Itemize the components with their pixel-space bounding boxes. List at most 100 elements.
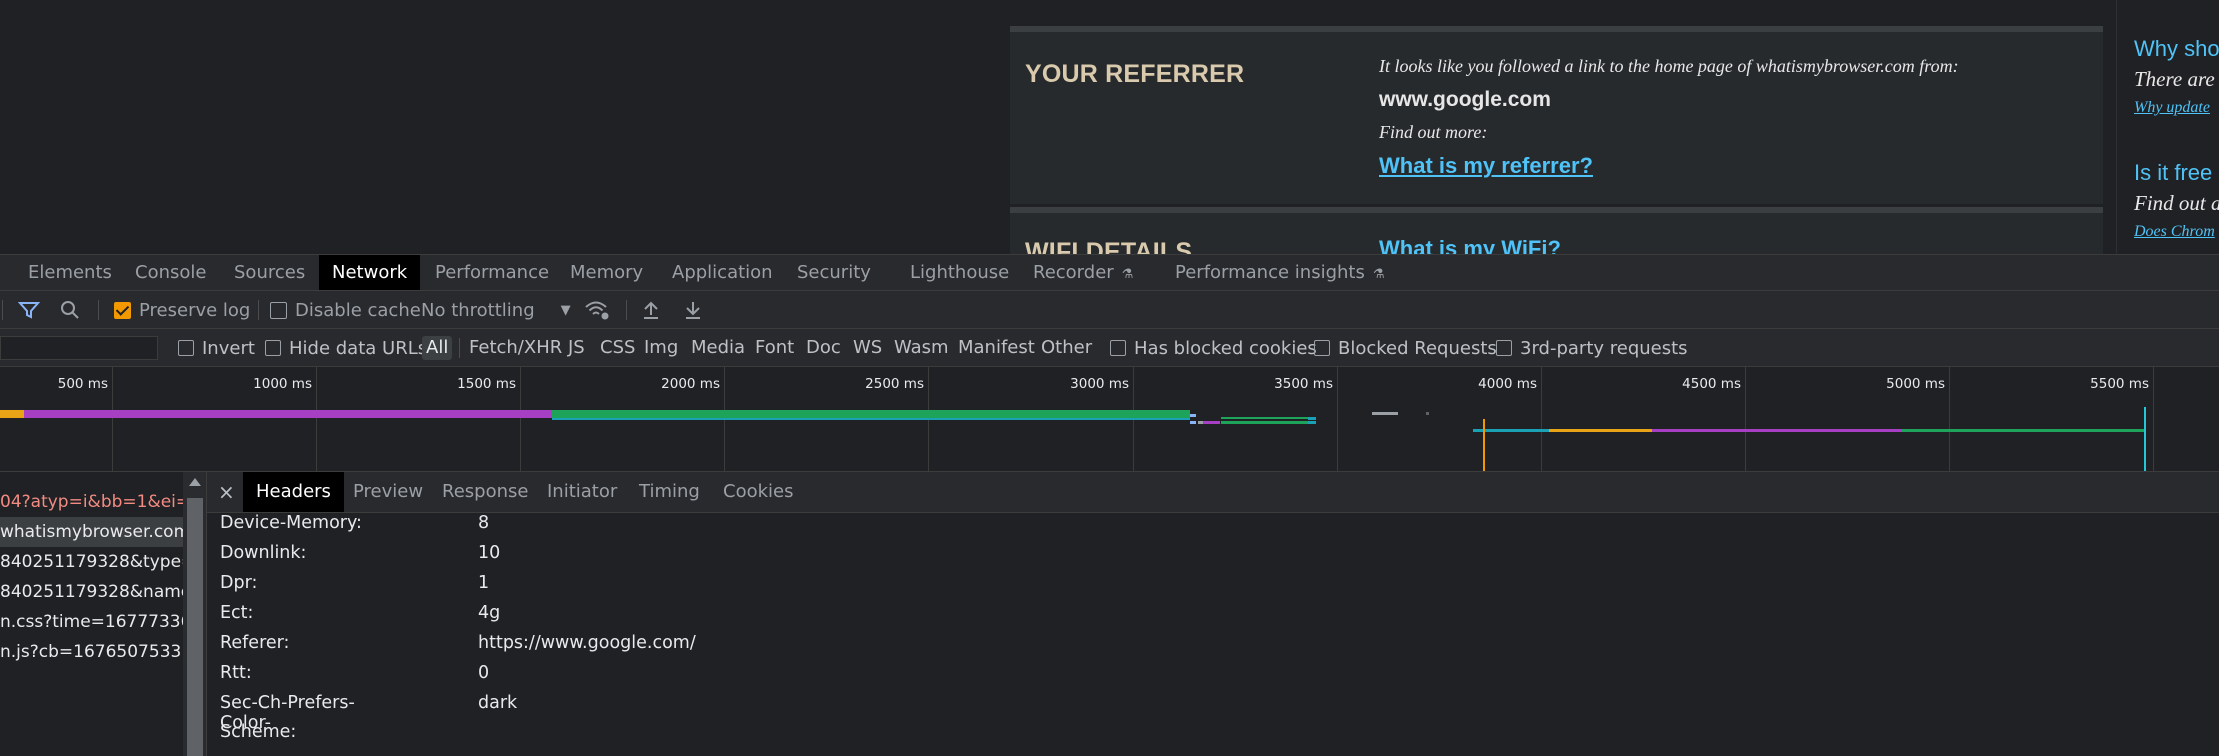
timeline-gridline xyxy=(1337,367,1338,471)
tab-preview[interactable]: Preview xyxy=(340,472,436,512)
tab-lighthouse[interactable]: Lighthouse xyxy=(897,255,1022,290)
tab-console[interactable]: Console xyxy=(122,255,219,290)
tab-response[interactable]: Response xyxy=(429,472,541,512)
checkbox-unchecked[interactable] xyxy=(1110,340,1126,356)
hide-data-urls-checkbox[interactable]: Hide data URLs xyxy=(265,329,427,367)
tab-network[interactable]: Network xyxy=(319,255,421,290)
has-blocked-cookies-checkbox[interactable]: Has blocked cookies xyxy=(1110,329,1317,367)
request-list: 04?atyp=i&bb=1&ei=Y whatismybrowser.com … xyxy=(0,472,207,756)
tab-elements[interactable]: Elements xyxy=(15,255,125,290)
checkbox-unchecked[interactable] xyxy=(178,340,194,356)
type-filter-font[interactable]: Font xyxy=(751,336,798,360)
sidebar-link-chrome[interactable]: Does Chrom xyxy=(2134,223,2215,241)
type-filter-js[interactable]: JS xyxy=(564,336,589,360)
referrer-title: YOUR REFERRER xyxy=(1025,60,1245,88)
header-row: Device-Memory: 8 xyxy=(207,513,2219,543)
waterfall-bar-download-edge xyxy=(552,418,1190,420)
network-conditions-wifi-icon[interactable] xyxy=(584,291,610,329)
blocked-requests-label: Blocked Requests xyxy=(1338,337,1497,359)
waterfall-bar-small xyxy=(1221,421,1316,424)
request-row[interactable]: 04?atyp=i&bb=1&ei=Y xyxy=(0,487,183,517)
tab-memory[interactable]: Memory xyxy=(557,255,656,290)
header-row: Rtt: 0 xyxy=(207,663,2219,693)
search-icon[interactable] xyxy=(59,291,81,329)
checkbox-checked[interactable] xyxy=(114,301,131,319)
timeline-tick-label: 2000 ms xyxy=(661,376,720,392)
tab-security[interactable]: Security xyxy=(784,255,884,290)
disable-cache-label: Disable cache xyxy=(295,299,421,321)
tab-application[interactable]: Application xyxy=(659,255,786,290)
chevron-down-icon: ▼ xyxy=(560,302,571,318)
type-filter-wasm[interactable]: Wasm xyxy=(890,336,953,360)
sidebar-heading-why[interactable]: Why sho xyxy=(2134,36,2219,62)
type-filter-css[interactable]: CSS xyxy=(596,336,639,360)
invert-checkbox[interactable]: Invert xyxy=(178,329,255,367)
preserve-log-label: Preserve log xyxy=(139,299,251,321)
request-row-selected[interactable]: whatismybrowser.com xyxy=(0,517,183,547)
type-filter-all[interactable]: All xyxy=(422,336,453,360)
disable-cache-checkbox[interactable]: Disable cache xyxy=(270,291,421,329)
type-filter-manifest[interactable]: Manifest xyxy=(954,336,1039,360)
type-filter-ws[interactable]: WS xyxy=(849,336,886,360)
type-filter-other[interactable]: Other xyxy=(1037,336,1096,360)
header-value: 0 xyxy=(478,663,490,683)
import-har-upload-icon[interactable] xyxy=(642,291,660,329)
type-filter-img[interactable]: Img xyxy=(640,336,682,360)
toolbar-divider xyxy=(2,300,3,320)
dom-content-loaded-marker xyxy=(1483,419,1485,471)
type-filter-fetch-xhr[interactable]: Fetch/XHR xyxy=(465,336,566,360)
timeline-gridline xyxy=(1949,367,1950,471)
tab-performance-insights[interactable]: Performance insights ⚗ xyxy=(1162,255,1398,290)
tab-recorder[interactable]: Recorder ⚗ xyxy=(1020,255,1146,290)
request-row[interactable]: 840251179328&type=c xyxy=(0,547,183,577)
scroll-up-arrow-icon[interactable] xyxy=(189,478,201,486)
header-name: Ect: xyxy=(220,603,254,623)
hide-data-urls-label: Hide data URLs xyxy=(289,337,428,359)
tab-sources[interactable]: Sources xyxy=(221,255,318,290)
toolbar-divider xyxy=(98,300,99,320)
tab-initiator[interactable]: Initiator xyxy=(534,472,630,512)
sidebar-heading-free[interactable]: Is it free xyxy=(2134,160,2212,186)
request-row[interactable]: n.css?time=16777336 xyxy=(0,607,183,637)
checkbox-unchecked[interactable] xyxy=(270,301,287,319)
what-is-my-wifi-link[interactable]: What is my WiFi? xyxy=(1379,236,1561,254)
sidebar-link-why-update[interactable]: Why update xyxy=(2134,99,2210,117)
header-value: dark xyxy=(478,693,518,713)
checkbox-unchecked[interactable] xyxy=(1496,340,1512,356)
checkbox-unchecked[interactable] xyxy=(1314,340,1330,356)
export-har-download-icon[interactable] xyxy=(684,291,702,329)
filter-input[interactable] xyxy=(0,336,158,360)
third-party-requests-checkbox[interactable]: 3rd-party requests xyxy=(1496,329,1688,367)
request-row[interactable]: 840251179328&name= xyxy=(0,577,183,607)
wifi-card: WIFI DETAILS What is my WiFi? xyxy=(1010,213,2103,254)
what-is-my-referrer-link[interactable]: What is my referrer? xyxy=(1379,153,1593,179)
request-row[interactable]: n.js?cb=1676507533 xyxy=(0,637,183,667)
timeline-gridline xyxy=(1745,367,1746,471)
waterfall-bar-queueing xyxy=(0,410,24,418)
tab-timing[interactable]: Timing xyxy=(626,472,713,512)
type-filter-doc[interactable]: Doc xyxy=(802,336,845,360)
scrollbar-thumb[interactable] xyxy=(187,498,203,756)
network-overview-timeline[interactable]: 500 ms 1000 ms 1500 ms 2000 ms 2500 ms 3… xyxy=(0,367,2219,472)
close-icon[interactable]: × xyxy=(218,472,235,513)
blocked-requests-checkbox[interactable]: Blocked Requests xyxy=(1314,329,1497,367)
network-filter-bar: Invert Hide data URLs All Fetch/XHR JS C… xyxy=(0,329,2219,367)
preserve-log-checkbox[interactable]: Preserve log xyxy=(114,291,250,329)
toolbar-divider xyxy=(626,300,627,320)
type-filter-media[interactable]: Media xyxy=(687,336,749,360)
waterfall-bar-small xyxy=(1221,417,1316,419)
tab-headers[interactable]: Headers xyxy=(243,472,344,512)
throttling-select[interactable]: No throttling ▼ xyxy=(421,291,571,329)
experiment-flask-icon: ⚗ xyxy=(1121,267,1134,282)
tab-cookies[interactable]: Cookies xyxy=(710,472,806,512)
timeline-gridline xyxy=(1541,367,1542,471)
checkbox-unchecked[interactable] xyxy=(265,340,281,356)
timeline-tick-label: 4000 ms xyxy=(1478,376,1537,392)
waterfall-bar-late xyxy=(1652,429,1902,432)
request-list-scrollbar[interactable] xyxy=(183,472,206,756)
filter-icon[interactable] xyxy=(18,291,40,329)
waterfall-bar-small xyxy=(1426,412,1429,415)
tab-performance[interactable]: Performance xyxy=(422,255,562,290)
header-value: 4g xyxy=(478,603,501,623)
header-value: 8 xyxy=(478,513,490,533)
